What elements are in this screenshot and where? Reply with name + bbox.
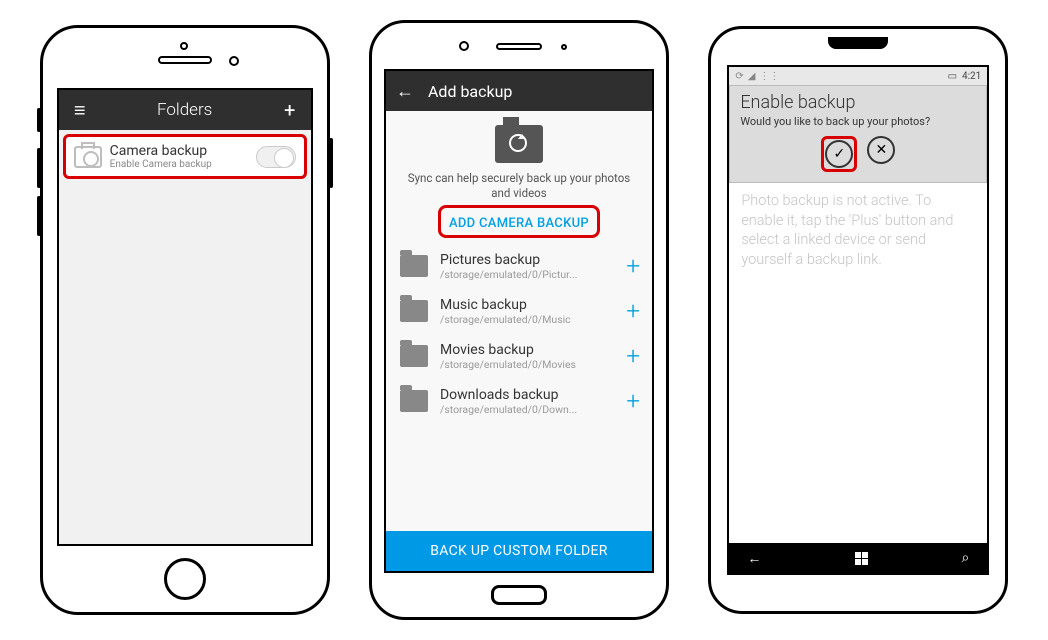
ios-header: ≡ Folders + [59,90,311,130]
android-header-title: Add backup [428,82,512,101]
confirm-highlight: ✓ [821,136,857,172]
nav-back-icon[interactable]: ← [747,550,761,567]
folder-icon [400,390,428,412]
status-left-icons: ⟳ ◢ ⋮⋮ [735,71,779,82]
close-icon: ✕ [875,142,887,158]
add-item-icon[interactable]: + [626,297,640,325]
item-path: /storage/emulated/0/Movies [440,358,614,371]
list-item[interactable]: Downloads backup /storage/emulated/0/Dow… [386,379,652,424]
status-time: 4:21 [962,71,981,82]
cancel-button[interactable]: ✕ [867,136,895,164]
volume-up-button [37,148,41,188]
add-item-icon[interactable]: + [626,342,640,370]
iphone-speaker [158,56,212,64]
dialog-title: Enable backup [740,92,976,113]
check-icon: ✓ [833,146,845,162]
status-bar: ⟳ ◢ ⋮⋮ ▭ 4:21 [729,67,987,85]
android-speaker [496,43,542,50]
android-front-camera [459,41,469,51]
camera-backup-row[interactable]: Camera backup Enable Camera backup [66,137,304,176]
android-frame: ← Add backup Sync can help securely back… [369,20,669,620]
item-title: Movies backup [440,342,614,358]
android-header: ← Add backup [386,71,652,111]
folder-icon [400,345,428,367]
camera-backup-row-highlight: Camera backup Enable Camera backup [63,134,307,179]
list-item[interactable]: Movies backup /storage/emulated/0/Movies… [386,334,652,379]
power-button [329,138,333,188]
camera-backup-texts: Camera backup Enable Camera backup [110,143,248,170]
status-right: ▭ 4:21 [948,71,982,82]
winphone-navbar: ← ⌕ [729,543,987,573]
camera-backup-toggle[interactable] [256,146,296,168]
nav-windows-icon[interactable] [855,552,868,565]
add-icon[interactable]: + [279,98,301,122]
camera-sync-icon [495,125,543,163]
volume-down-button [37,196,41,236]
add-camera-backup-highlight: ADD CAMERA BACKUP [438,205,600,238]
hero-text: Sync can help securely back up your phot… [400,171,638,201]
iphone-frame: ≡ Folders + Camera backup Enable Camera … [40,25,330,615]
body-text: Photo backup is not active. To enable it… [729,183,987,543]
back-icon[interactable]: ← [396,81,414,102]
sensor-dot [180,42,188,50]
winphone-screen: ⟳ ◢ ⋮⋮ ▭ 4:21 Enable backup Would you li… [727,65,989,575]
iphone-front-camera [229,56,239,66]
folder-icon [400,255,428,277]
android-screen: ← Add backup Sync can help securely back… [384,69,654,573]
folder-icon [400,300,428,322]
item-path: /storage/emulated/0/Down... [440,403,614,416]
enable-backup-dialog: Enable backup Would you like to back up … [729,85,987,183]
backup-list: Pictures backup /storage/emulated/0/Pict… [386,244,652,531]
sync-status-icon: ⟳ [735,71,743,82]
add-item-icon[interactable]: + [626,387,640,415]
item-path: /storage/emulated/0/Music [440,313,614,326]
add-item-icon[interactable]: + [626,252,640,280]
battery-icon: ▭ [948,71,957,82]
item-title: Pictures backup [440,252,614,268]
list-item[interactable]: Music backup /storage/emulated/0/Music + [386,289,652,334]
add-camera-backup-button[interactable]: ADD CAMERA BACKUP [441,212,597,235]
item-path: /storage/emulated/0/Pictur... [440,268,614,281]
signal-icon: ◢ [748,71,756,82]
home-button[interactable] [164,558,206,600]
winphone-frame: ⟳ ◢ ⋮⋮ ▭ 4:21 Enable backup Would you li… [708,26,1008,614]
winphone-earpiece [828,37,888,49]
camera-icon [74,146,102,168]
iphone-screen: ≡ Folders + Camera backup Enable Camera … [57,88,313,546]
confirm-button[interactable]: ✓ [825,140,853,168]
list-item[interactable]: Pictures backup /storage/emulated/0/Pict… [386,244,652,289]
mute-switch [37,108,41,132]
camera-backup-title: Camera backup [110,143,248,159]
nav-search-icon[interactable]: ⌕ [961,550,969,566]
item-title: Music backup [440,297,614,313]
dialog-message: Would you like to back up your photos? [740,115,976,128]
android-home-button[interactable] [491,585,547,605]
header-title: Folders [157,100,212,120]
item-title: Downloads backup [440,387,614,403]
camera-backup-subtitle: Enable Camera backup [110,159,248,170]
backup-custom-folder-button[interactable]: BACK UP CUSTOM FOLDER [386,531,652,571]
dialog-actions: ✓ ✕ [740,136,976,172]
menu-icon[interactable]: ≡ [69,98,91,123]
hero-section: Sync can help securely back up your phot… [386,111,652,244]
android-sensor [561,44,567,50]
wifi-icon: ⋮⋮ [759,71,779,82]
